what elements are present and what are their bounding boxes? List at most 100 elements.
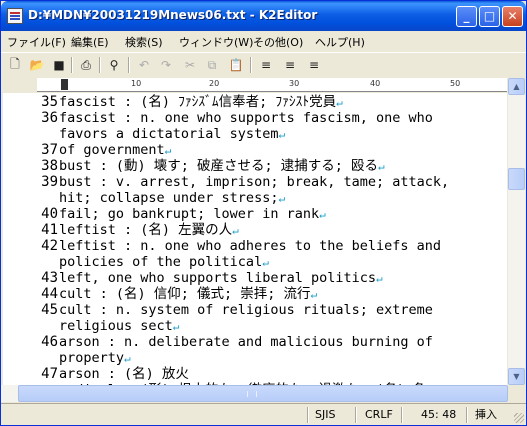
redo-icon[interactable]: ↷ bbox=[157, 56, 175, 74]
column-ruler: 10 20 30 40 50 bbox=[37, 78, 507, 92]
editor-line[interactable]: 36 fascist : n. one who supports fascism,… bbox=[3, 110, 507, 126]
editor-line[interactable]: 41 leftist : (名) 左翼の人↵ bbox=[3, 222, 507, 238]
menu-search[interactable]: 検索(S) bbox=[125, 34, 163, 50]
line-number: 38 bbox=[41, 158, 58, 174]
editor-line[interactable]: 37 of government↵ bbox=[3, 142, 507, 158]
align-left-icon[interactable]: ≡ bbox=[257, 56, 275, 74]
line-content: bust : (動) 壊す; 破産させる; 逮捕する; 殴る bbox=[59, 158, 379, 174]
editor-line[interactable]: 45 cult : n. system of religious rituals;… bbox=[3, 302, 507, 318]
line-text[interactable]: fail; go bankrupt; lower in rank↵ bbox=[59, 206, 326, 223]
line-number: 45 bbox=[41, 302, 58, 318]
editor-window: D:¥MDN¥20031219Mnews06.txt - K2Editor _ … bbox=[0, 0, 527, 426]
vertical-scroll-thumb[interactable] bbox=[508, 168, 525, 190]
save-icon[interactable]: ■ bbox=[50, 56, 68, 74]
scroll-down-button[interactable]: ▼ bbox=[508, 368, 525, 385]
return-mark-icon: ↵ bbox=[262, 256, 269, 269]
menu-bar: ファイル(F) 編集(E) 検索(S) ウィンドウ(W) その他(O) ヘルプ(… bbox=[1, 31, 526, 51]
align-right-icon[interactable]: ≡ bbox=[305, 56, 323, 74]
return-mark-icon: ↵ bbox=[378, 160, 385, 173]
copy-icon[interactable]: ⧉ bbox=[203, 56, 221, 74]
menu-file[interactable]: ファイル(F) bbox=[7, 34, 66, 50]
ruler-label: 50 bbox=[450, 79, 461, 88]
line-number: 36 bbox=[41, 110, 58, 126]
line-text[interactable]: hit; collapse under stress;↵ bbox=[59, 190, 285, 207]
return-mark-icon: ↵ bbox=[336, 96, 343, 109]
cut-icon[interactable]: ✂ bbox=[181, 56, 199, 74]
paste-icon[interactable]: 📋 bbox=[227, 56, 245, 74]
line-text[interactable]: leftist : n. one who adheres to the beli… bbox=[59, 238, 441, 254]
line-text[interactable]: favors a dictatorial system↵ bbox=[59, 126, 285, 143]
editor-line[interactable]: policies of the political↵ bbox=[3, 254, 507, 270]
toolbar: 🗋 📂 ■ ⎙ ⚲ ↶ ↷ ✂ ⧉ 📋 ≡ ≡ ≡ bbox=[1, 52, 526, 77]
editor-line[interactable]: 47 arson : (名) 放火 bbox=[3, 366, 507, 382]
editor-line[interactable]: 38 bust : (動) 壊す; 破産させる; 逮捕する; 殴る↵ bbox=[3, 158, 507, 174]
line-text[interactable]: leftist : (名) 左翼の人↵ bbox=[59, 222, 239, 239]
line-text[interactable]: fascist : (名) ﾌｧｼｽﾞﾑ信奉者; ﾌｧｼｽﾄ党員↵ bbox=[59, 94, 343, 111]
line-number: 44 bbox=[41, 286, 58, 302]
line-text[interactable]: cult : (名) 信仰; 儀式; 崇拝; 流行↵ bbox=[59, 286, 317, 303]
close-button[interactable]: ✕ bbox=[502, 6, 523, 27]
line-text[interactable]: left, one who supports liberal politics↵ bbox=[59, 270, 383, 287]
ruler-label: 10 bbox=[131, 79, 142, 88]
line-number: 47 bbox=[41, 366, 58, 382]
toolbar-separator bbox=[71, 57, 73, 73]
app-icon[interactable] bbox=[7, 8, 23, 24]
minimize-button[interactable]: _ bbox=[456, 6, 477, 27]
line-text[interactable]: property↵ bbox=[59, 350, 131, 367]
return-mark-icon: ↵ bbox=[164, 144, 172, 157]
new-file-icon[interactable]: 🗋 bbox=[6, 56, 24, 74]
horizontal-scrollbar[interactable] bbox=[1, 385, 508, 402]
line-content: bust : v. arrest, imprison; break, tame;… bbox=[59, 174, 450, 190]
editor-line[interactable]: 42 leftist : n. one who adheres to the be… bbox=[3, 238, 507, 254]
undo-icon[interactable]: ↶ bbox=[135, 56, 153, 74]
editor-line[interactable]: favors a dictatorial system↵ bbox=[3, 126, 507, 142]
menu-edit[interactable]: 編集(E) bbox=[71, 34, 109, 50]
return-mark-icon: ↵ bbox=[232, 224, 239, 237]
editor-line[interactable]: 46 arson : n. deliberate and malicious bu… bbox=[3, 334, 507, 350]
text-area[interactable]: 35 fascist : (名) ﾌｧｼｽﾞﾑ信奉者; ﾌｧｼｽﾄ党員↵ 36 fas… bbox=[3, 93, 507, 385]
horizontal-scroll-thumb[interactable] bbox=[18, 385, 508, 402]
menu-window[interactable]: ウィンドウ(W) bbox=[179, 34, 253, 50]
editor-line[interactable]: 44 cult : (名) 信仰; 儀式; 崇拝; 流行↵ bbox=[3, 286, 507, 302]
line-text[interactable]: bust : (動) 壊す; 破産させる; 逮捕する; 殴る↵ bbox=[59, 158, 385, 175]
line-number: 39 bbox=[41, 174, 58, 190]
toolbar-separator bbox=[128, 57, 130, 73]
vertical-scrollbar[interactable]: ▲ ▼ bbox=[508, 78, 525, 385]
line-text[interactable]: bust : v. arrest, imprison; break, tame;… bbox=[59, 174, 449, 190]
scroll-up-button[interactable]: ▲ bbox=[508, 78, 525, 95]
line-text[interactable]: cult : n. system of religious rituals; e… bbox=[59, 302, 433, 318]
resize-grip[interactable] bbox=[514, 413, 524, 423]
return-mark-icon: ↵ bbox=[375, 272, 383, 285]
editor-line[interactable]: 35 fascist : (名) ﾌｧｼｽﾞﾑ信奉者; ﾌｧｼｽﾄ党員↵ bbox=[3, 94, 507, 110]
align-center-icon[interactable]: ≡ bbox=[281, 56, 299, 74]
line-text[interactable]: fascist : n. one who supports fascism, o… bbox=[59, 110, 433, 126]
open-folder-icon[interactable]: 📂 bbox=[28, 56, 46, 74]
line-number: 41 bbox=[41, 222, 58, 238]
line-content: fascist : (名) ﾌｧｼｽﾞﾑ信奉者; ﾌｧｼｽﾄ党員 bbox=[59, 94, 337, 110]
line-content: leftist : n. one who adheres to the beli… bbox=[59, 238, 442, 254]
print-icon[interactable]: ⎙ bbox=[77, 56, 95, 74]
line-text[interactable]: religious sect↵ bbox=[59, 318, 179, 335]
return-mark-icon: ↵ bbox=[124, 352, 131, 365]
status-divider bbox=[355, 407, 357, 423]
title-bar[interactable]: D:¥MDN¥20031219Mnews06.txt - K2Editor _ … bbox=[1, 1, 526, 31]
maximize-button[interactable]: □ bbox=[479, 6, 500, 27]
editor-line[interactable]: 40 fail; go bankrupt; lower in rank↵ bbox=[3, 206, 507, 222]
editor-line[interactable]: religious sect↵ bbox=[3, 318, 507, 334]
editor-line[interactable]: hit; collapse under stress;↵ bbox=[3, 190, 507, 206]
line-text[interactable]: arson : n. deliberate and malicious burn… bbox=[59, 334, 433, 350]
status-divider bbox=[466, 407, 468, 423]
line-text[interactable]: arson : (名) 放火 bbox=[59, 366, 189, 382]
line-text[interactable]: policies of the political↵ bbox=[59, 254, 269, 271]
line-text[interactable]: of government↵ bbox=[59, 142, 171, 159]
menu-other[interactable]: その他(O) bbox=[253, 34, 303, 50]
line-number: 43 bbox=[41, 270, 58, 286]
search-icon[interactable]: ⚲ bbox=[105, 56, 123, 74]
window-title: D:¥MDN¥20031219Mnews06.txt - K2Editor bbox=[28, 8, 318, 22]
menu-help[interactable]: ヘルプ(H) bbox=[315, 34, 365, 50]
editor-line[interactable]: property↵ bbox=[3, 350, 507, 366]
editor-line[interactable]: 43 left, one who supports liberal politic… bbox=[3, 270, 507, 286]
status-encoding: SJIS bbox=[315, 408, 336, 421]
editor-line[interactable]: 39 bust : v. arrest, imprison; break, tam… bbox=[3, 174, 507, 190]
line-content: fail; go bankrupt; lower in rank bbox=[59, 206, 320, 222]
